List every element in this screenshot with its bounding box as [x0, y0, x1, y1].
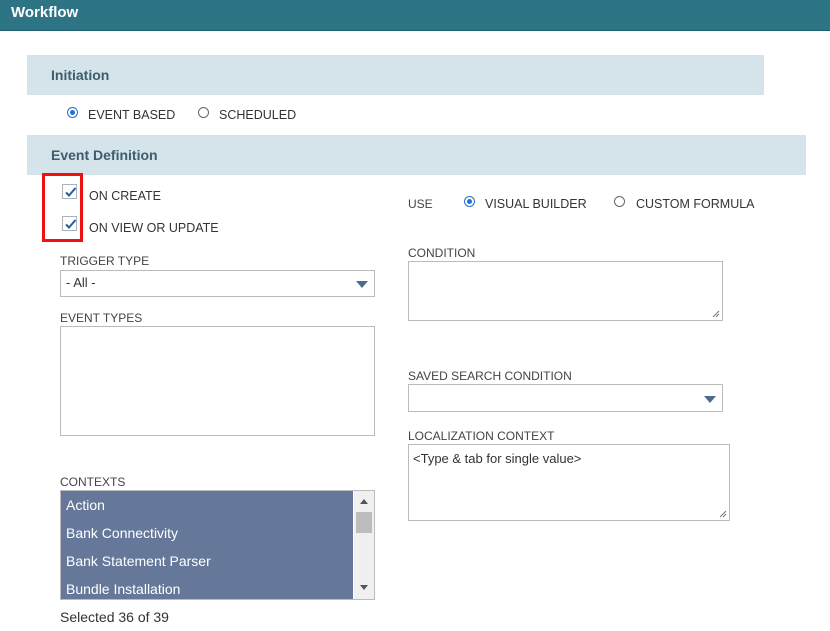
scheduled-label[interactable]: SCHEDULED: [219, 108, 296, 122]
top-bar: Workflow: [0, 0, 830, 31]
event-types-listbox[interactable]: [60, 326, 375, 436]
saved-search-condition-label: SAVED SEARCH CONDITION: [408, 369, 572, 383]
trigger-type-label: TRIGGER TYPE: [60, 254, 150, 268]
event-types-label: EVENT TYPES: [60, 311, 143, 325]
list-item[interactable]: Action: [61, 491, 353, 519]
resize-handle-icon[interactable]: [719, 510, 727, 518]
localization-context-label: LOCALIZATION CONTEXT: [408, 429, 555, 443]
saved-search-condition-select[interactable]: [408, 384, 723, 412]
visual-builder-label[interactable]: VISUAL BUILDER: [485, 197, 587, 211]
event-definition-section-header: Event Definition: [27, 135, 806, 175]
trigger-type-select[interactable]: - All -: [60, 270, 375, 297]
checkbox-highlight-box: [42, 173, 83, 242]
custom-formula-label[interactable]: CUSTOM FORMULA: [636, 197, 755, 211]
contexts-label: CONTEXTS: [60, 475, 126, 489]
condition-label: CONDITION: [408, 246, 476, 260]
scroll-up-icon[interactable]: [360, 499, 368, 504]
list-item[interactable]: Bank Connectivity: [61, 519, 353, 547]
chevron-down-icon: [356, 281, 368, 288]
event-definition-title: Event Definition: [51, 147, 158, 163]
localization-context-placeholder: <Type & tab for single value>: [413, 451, 582, 466]
condition-textarea[interactable]: [408, 261, 723, 321]
on-create-label[interactable]: ON CREATE: [89, 189, 161, 203]
contexts-listbox[interactable]: Action Bank Connectivity Bank Statement …: [60, 490, 375, 600]
scroll-down-icon[interactable]: [360, 585, 368, 590]
event-based-label[interactable]: EVENT BASED: [88, 108, 175, 122]
visual-builder-radio[interactable]: [464, 196, 475, 207]
trigger-type-value: - All -: [66, 275, 96, 290]
on-view-or-update-label[interactable]: ON VIEW OR UPDATE: [89, 221, 219, 235]
list-item[interactable]: Bank Statement Parser: [61, 547, 353, 575]
use-label: USE: [408, 197, 433, 211]
chevron-down-icon: [704, 396, 716, 403]
page-title: Workflow: [11, 4, 79, 21]
contexts-selected-count: Selected 36 of 39: [60, 609, 169, 625]
scrollbar[interactable]: [354, 491, 374, 599]
initiation-section-header: Initiation: [27, 55, 764, 95]
event-based-radio[interactable]: [67, 107, 78, 118]
initiation-title: Initiation: [51, 67, 110, 83]
scroll-thumb[interactable]: [356, 512, 372, 533]
localization-context-textarea[interactable]: <Type & tab for single value>: [408, 444, 730, 521]
list-item[interactable]: Bundle Installation: [61, 575, 353, 599]
resize-handle-icon[interactable]: [712, 310, 720, 318]
custom-formula-radio[interactable]: [614, 196, 625, 207]
scheduled-radio[interactable]: [198, 107, 209, 118]
